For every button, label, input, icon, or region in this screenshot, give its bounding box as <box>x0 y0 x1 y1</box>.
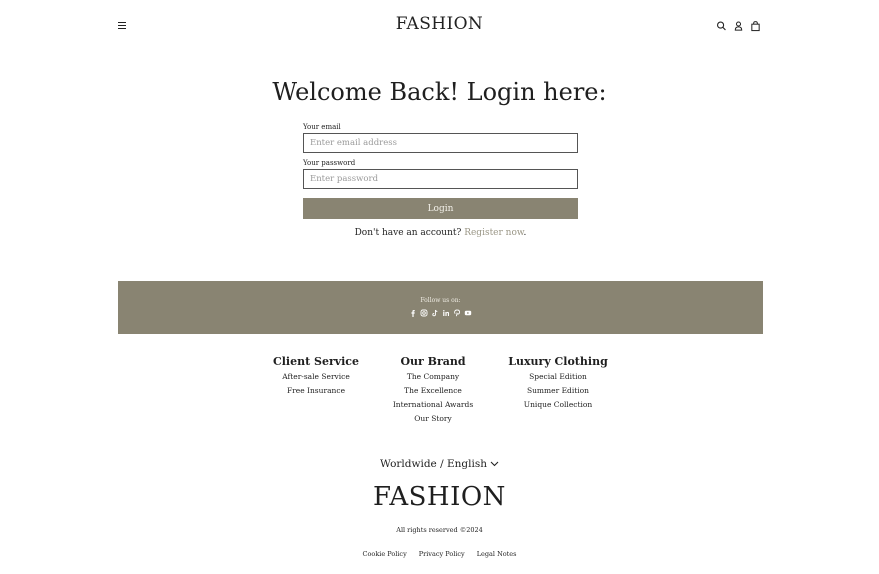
footer-link[interactable]: The Excellence <box>363 384 503 398</box>
site-header: FASHION <box>0 0 879 52</box>
column-heading: Luxury Clothing <box>508 355 608 368</box>
footer-link[interactable]: International Awards <box>363 398 503 412</box>
follow-band: Follow us on: <box>118 281 763 334</box>
footer-column-our-brand: Our Brand The Company The Excellence Int… <box>363 354 503 426</box>
footer-link[interactable]: Unique Collection <box>488 398 628 412</box>
email-label: Your email <box>303 123 341 131</box>
legal-notes-link[interactable]: Legal Notes <box>477 550 517 558</box>
footer-brand-logo[interactable]: FASHION <box>0 482 879 512</box>
chevron-down-icon <box>490 461 499 467</box>
copyright-text: All rights reserved ©2024 <box>396 526 483 534</box>
footer-column-luxury-clothing: Luxury Clothing Special Edition Summer E… <box>488 354 628 412</box>
footer-link[interactable]: Special Edition <box>488 370 628 384</box>
footer-link[interactable]: Our Story <box>363 412 503 426</box>
password-label: Your password <box>303 159 356 167</box>
column-heading: Our Brand <box>400 355 466 368</box>
language-selector[interactable]: Worldwide / English <box>0 458 879 470</box>
facebook-icon[interactable] <box>409 309 417 317</box>
header-actions <box>716 20 761 32</box>
register-prompt-line: Don't have an account? Register now. <box>303 228 578 238</box>
register-suffix: . <box>523 228 527 238</box>
cookie-policy-link[interactable]: Cookie Policy <box>363 550 407 558</box>
pinterest-icon[interactable] <box>453 309 461 317</box>
follow-label: Follow us on: <box>420 297 461 304</box>
register-link[interactable]: Register now <box>464 228 523 238</box>
legal-links: Cookie Policy Privacy Policy Legal Notes <box>0 550 879 558</box>
footer-link[interactable]: Summer Edition <box>488 384 628 398</box>
footer-link[interactable]: The Company <box>363 370 503 384</box>
search-icon[interactable] <box>716 20 727 32</box>
login-title: Welcome Back! Login here: <box>272 78 607 106</box>
login-form: Your email Your password Login Don't hav… <box>303 121 578 238</box>
language-label: Worldwide / English <box>379 458 487 470</box>
privacy-policy-link[interactable]: Privacy Policy <box>419 550 465 558</box>
youtube-icon[interactable] <box>464 309 472 317</box>
register-prompt: Don't have an account? <box>354 228 462 238</box>
email-input[interactable] <box>303 133 578 153</box>
tiktok-icon[interactable] <box>431 309 439 317</box>
instagram-icon[interactable] <box>420 309 428 317</box>
login-button[interactable]: Login <box>303 198 578 219</box>
user-icon[interactable] <box>733 20 744 32</box>
bag-icon[interactable] <box>750 20 761 32</box>
social-icons <box>118 309 763 317</box>
password-input[interactable] <box>303 169 578 189</box>
linkedin-icon[interactable] <box>442 309 450 317</box>
